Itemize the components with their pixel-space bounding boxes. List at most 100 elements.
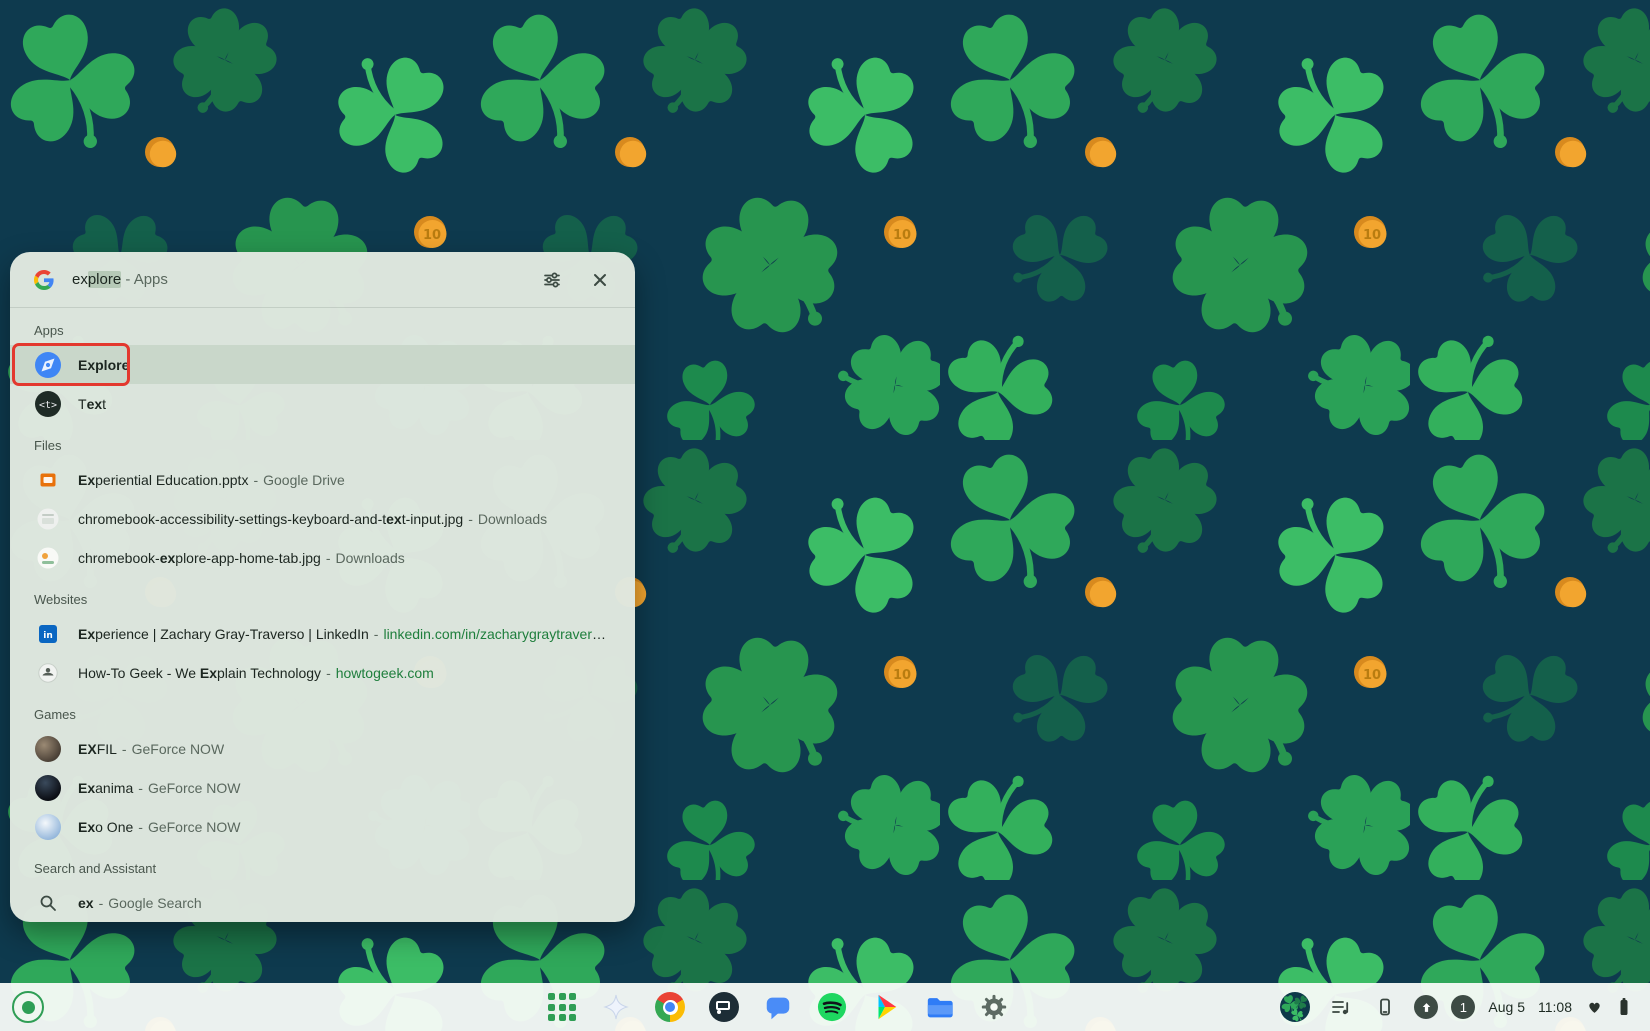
title-pre: chromebook- (78, 550, 160, 566)
result-location: Downloads (478, 511, 547, 527)
title-post: t-input.jpg (402, 511, 463, 527)
system-tray[interactable]: 1 Aug 5 11:08 (1279, 991, 1640, 1023)
wallpaper-avatar[interactable] (1279, 991, 1311, 1023)
search-input[interactable]: explore - Apps (72, 271, 521, 288)
result-title: chromebook-accessibility-settings-keyboa… (78, 511, 547, 527)
launcher-dot-icon (22, 1001, 35, 1014)
battery-icon[interactable] (1616, 991, 1632, 1023)
result-source: GeForce NOW (132, 741, 225, 757)
result-url: linkedin.com/in/zacharygraytraverso/d… (383, 626, 611, 642)
filter-tune-button[interactable] (535, 263, 569, 297)
settings-icon[interactable] (978, 991, 1010, 1023)
shelf-app-icons (546, 983, 1010, 1031)
title-post: perience | Zachary Gray-Traverso | Linke… (95, 626, 369, 642)
slides-file-icon (34, 466, 62, 494)
separator: - (99, 895, 104, 911)
result-title: chromebook-explore-app-home-tab.jpg-Down… (78, 550, 405, 566)
separator: - (326, 665, 331, 681)
title-post: o One (95, 819, 133, 835)
exanima-game-icon (34, 774, 62, 802)
result-title: Experience | Zachary Gray-Traverso | Lin… (78, 626, 611, 642)
result-file-pptx[interactable]: Experiential Education.pptx-Google Drive (10, 460, 635, 499)
launcher-search-panel: explore - Apps Apps (10, 252, 635, 922)
image-thumbnail-icon (34, 544, 62, 572)
result-url: howtogeek.com (336, 665, 434, 681)
separator: - (122, 741, 127, 757)
title-pre: T (78, 396, 87, 412)
result-game-exo-one[interactable]: Exo One-GeForce NOW (10, 807, 635, 846)
result-source: Google Search (108, 895, 201, 911)
spotify-icon[interactable] (816, 991, 848, 1023)
search-icon (34, 889, 62, 917)
title-match: Explore (78, 357, 129, 373)
result-location: Google Drive (263, 472, 345, 488)
title-match: ex (78, 895, 94, 911)
section-header-websites: Websites (10, 577, 635, 614)
title-match: Ex (78, 819, 95, 835)
result-app-explore[interactable]: Explore (10, 345, 635, 384)
title-match: EX (78, 741, 97, 757)
title-post: anima (95, 780, 133, 796)
svg-text:<t>: <t> (39, 400, 57, 411)
close-button[interactable] (583, 263, 617, 297)
tray-time[interactable]: 11:08 (1538, 999, 1572, 1015)
result-title: Text (78, 396, 106, 412)
result-title: Exanima-GeForce NOW (78, 780, 241, 796)
section-header-apps: Apps (10, 308, 635, 345)
title-pre: chromebook-accessibility-settings-keyboa… (78, 511, 386, 527)
search-results: Apps Explore <t> Text Files (10, 308, 635, 922)
result-title: Explore (78, 357, 129, 373)
result-website-linkedin[interactable]: in Experience | Zachary Gray-Traverso | … (10, 614, 635, 653)
notification-count-badge[interactable]: 1 (1451, 995, 1475, 1019)
separator: - (374, 626, 379, 642)
title-post: t (102, 396, 106, 412)
result-file-jpg-explore[interactable]: chromebook-explore-app-home-tab.jpg-Down… (10, 538, 635, 577)
separator: - (253, 472, 258, 488)
result-app-text[interactable]: <t> Text (10, 384, 635, 423)
result-file-jpg-accessibility[interactable]: chromebook-accessibility-settings-keyboa… (10, 499, 635, 538)
tray-date[interactable]: Aug 5 (1488, 999, 1525, 1015)
chat-app-icon[interactable] (762, 991, 794, 1023)
chrome-icon[interactable] (654, 991, 686, 1023)
title-post: FIL (97, 741, 117, 757)
linkedin-icon: in (34, 620, 62, 648)
green-grid-glyph (548, 993, 576, 1021)
title-post: plore-app-home-tab.jpg (175, 550, 321, 566)
title-match: Ex (78, 780, 95, 796)
heart-icon[interactable] (1585, 991, 1603, 1023)
result-source: GeForce NOW (148, 780, 241, 796)
result-game-exfil[interactable]: EXFIL-GeForce NOW (10, 729, 635, 768)
phone-hub-icon[interactable] (1369, 991, 1401, 1023)
separator: - (326, 550, 331, 566)
title-match: ex (87, 396, 103, 412)
section-header-files: Files (10, 423, 635, 460)
title-match: Ex (78, 626, 95, 642)
media-controls-icon[interactable] (1324, 991, 1356, 1023)
title-match: Ex (78, 472, 95, 488)
play-store-icon[interactable] (870, 991, 902, 1023)
apps-grid-icon[interactable] (546, 991, 578, 1023)
result-title: EXFIL-GeForce NOW (78, 741, 224, 757)
result-game-exanima[interactable]: Exanima-GeForce NOW (10, 768, 635, 807)
svg-text:in: in (43, 631, 53, 641)
files-app-icon[interactable] (924, 991, 956, 1023)
exfil-game-icon (34, 735, 62, 763)
title-post: periential Education.pptx (95, 472, 248, 488)
result-google-search[interactable]: ex-Google Search (10, 883, 635, 922)
search-bar[interactable]: explore - Apps (10, 252, 635, 308)
launcher-button[interactable] (12, 991, 44, 1023)
howtogeek-favicon (34, 659, 62, 687)
section-header-games: Games (10, 692, 635, 729)
result-title: How-To Geek - We Explain Technology-howt… (78, 665, 434, 681)
image-thumbnail-icon (34, 505, 62, 533)
update-badge[interactable] (1414, 995, 1438, 1019)
chrome-logo-glyph (655, 992, 685, 1022)
separator: - (138, 819, 143, 835)
result-title: Exo One-GeForce NOW (78, 819, 241, 835)
query-autocomplete-selection: plore (88, 271, 121, 288)
result-location: Downloads (335, 550, 404, 566)
assistant-sparkle-icon[interactable] (600, 991, 632, 1023)
cast-app-icon[interactable] (708, 991, 740, 1023)
result-website-howtogeek[interactable]: How-To Geek - We Explain Technology-howt… (10, 653, 635, 692)
section-header-search-assistant: Search and Assistant (10, 846, 635, 883)
